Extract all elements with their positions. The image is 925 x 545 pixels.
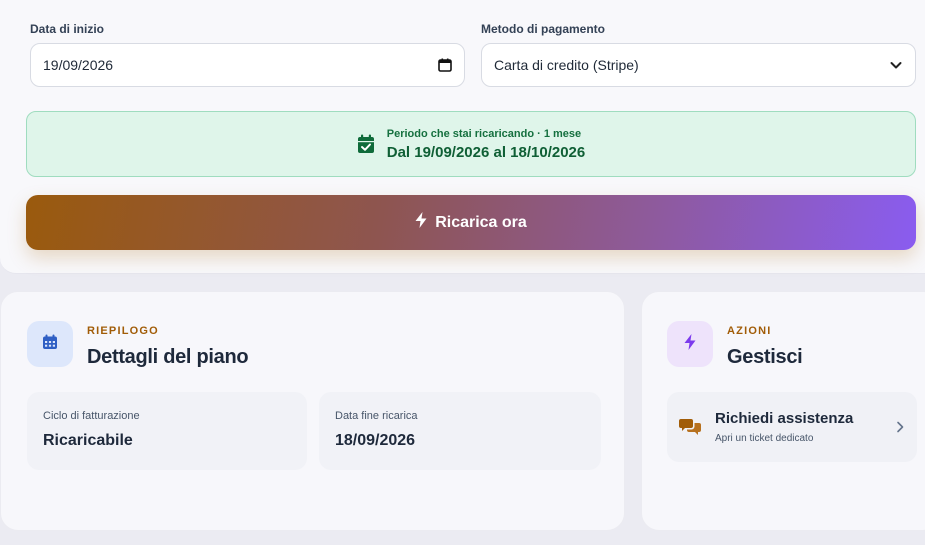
summary-eyebrow: RIEPILOGO [87,325,159,337]
recharge-now-label: Ricarica ora [435,213,527,231]
payment-method-value: Carta di credito (Stripe) [494,57,639,73]
actions-icon-badge [667,321,713,367]
chevron-down-icon [889,58,903,72]
recharge-end-date-label: Data fine ricarica [335,410,418,422]
lightning-bolt-icon [415,212,427,233]
actions-card: AZIONI Gestisci Richiedi assistenza Apri… [641,291,925,531]
payment-method-label: Metodo di pagamento [481,22,605,36]
request-support-subtitle: Apri un ticket dedicato [715,433,814,444]
recharge-period-banner: Periodo che stai ricaricando · 1 mese Da… [26,111,916,177]
request-support-title: Richiedi assistenza [715,410,854,427]
actions-eyebrow: AZIONI [727,325,772,337]
payment-method-select[interactable]: Carta di credito (Stripe) [481,43,916,87]
recharge-end-date-value: 18/09/2026 [335,432,416,449]
recharge-end-date-tile: Data fine ricarica 18/09/2026 [319,392,601,470]
recharge-now-button[interactable]: Ricarica ora [26,195,916,250]
plan-summary-card: RIEPILOGO Dettagli del piano Ciclo di fa… [0,291,625,531]
start-date-label: Data di inizio [30,22,105,36]
actions-title: Gestisci [727,346,803,368]
calendar-grid-icon [42,334,58,355]
chat-bubbles-icon [679,418,701,436]
billing-cycle-value: Ricaricabile [43,432,133,449]
summary-icon-badge [27,321,73,367]
billing-cycle-tile: Ciclo di fatturazione Ricaricabile [27,392,307,470]
chevron-right-icon [895,420,905,439]
summary-title: Dettagli del piano [87,346,249,368]
start-date-input[interactable]: 19/09/2026 [30,43,465,87]
billing-cycle-label: Ciclo di fatturazione [43,410,140,422]
lightning-bolt-icon [684,333,696,355]
calendar-check-icon [357,134,375,154]
calendar-icon[interactable] [438,58,452,72]
request-support-item[interactable]: Richiedi assistenza Apri un ticket dedic… [667,392,917,462]
start-date-value: 19/09/2026 [43,57,114,73]
period-range: Dal 19/09/2026 al 18/10/2026 [386,143,586,161]
period-label: Periodo che stai ricaricando · 1 mese [386,127,582,140]
